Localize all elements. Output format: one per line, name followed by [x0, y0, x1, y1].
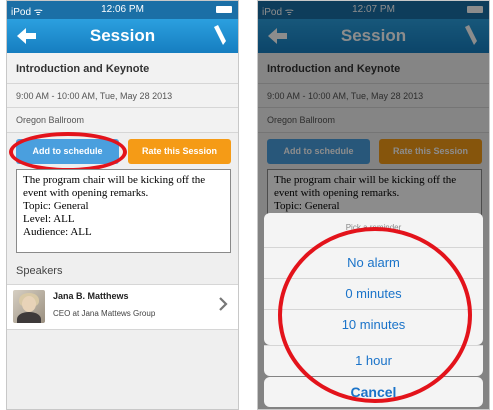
- session-title: Introduction and Keynote: [16, 63, 150, 75]
- page-title: Session: [89, 26, 156, 45]
- nav-bar: Session: [7, 19, 238, 53]
- status-bar: iPod ᯤ 12:06 PM: [7, 1, 238, 19]
- description-line: event with opening remarks.: [23, 187, 149, 199]
- highlight-circle: [278, 227, 472, 403]
- description-line: Audience: ALL: [23, 226, 92, 238]
- divider: [7, 107, 238, 108]
- speaker-role: CEO at Jana Mattews Group: [53, 309, 156, 318]
- description-line: The program chair will be kicking off th…: [23, 174, 206, 186]
- speaker-row[interactable]: Jana B. Matthews CEO at Jana Mattews Gro…: [7, 284, 238, 330]
- status-time: 12:06 PM: [101, 4, 144, 15]
- session-description: The program chair will be kicking off th…: [16, 169, 231, 253]
- speaker-name: Jana B. Matthews: [53, 291, 129, 301]
- session-location: Oregon Ballroom: [16, 115, 85, 125]
- pencil-icon[interactable]: [210, 25, 228, 47]
- avatar: [13, 290, 45, 323]
- highlight-circle: [9, 132, 127, 172]
- divider: [7, 83, 238, 84]
- description-line: Topic: General: [23, 200, 89, 212]
- rate-session-button[interactable]: Rate this Session: [128, 139, 231, 164]
- chevron-right-icon: [219, 297, 228, 311]
- session-screen-reminder: iPod ᯤ 12:07 PM Session Introduction and…: [257, 0, 490, 410]
- speakers-heading: Speakers: [16, 265, 63, 277]
- divider: [7, 132, 238, 133]
- description-line: Level: ALL: [23, 213, 75, 225]
- battery-icon: [216, 6, 232, 13]
- session-screen: iPod ᯤ 12:06 PM Session Introduction and…: [6, 0, 239, 410]
- session-time: 9:00 AM - 10:00 AM, Tue, May 28 2013: [16, 91, 173, 101]
